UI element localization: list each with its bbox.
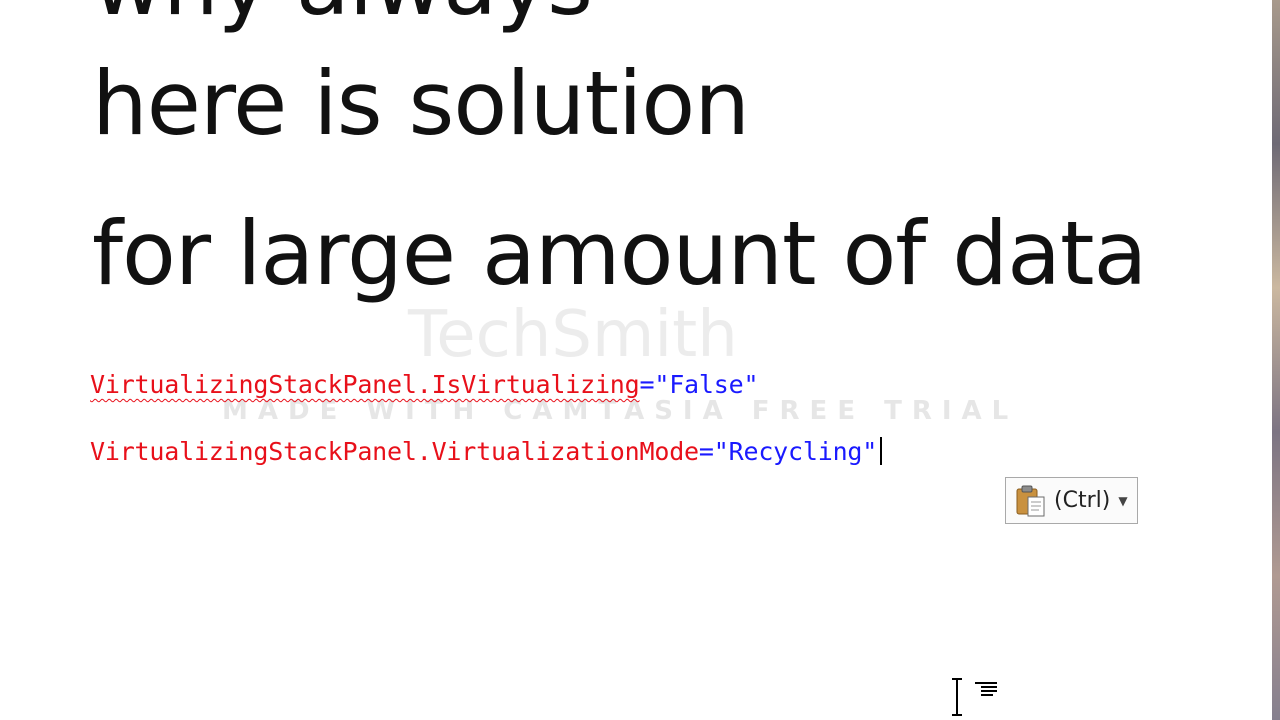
- heading-line-solution: here is solution: [92, 52, 750, 155]
- clipboard-paste-icon: [1014, 484, 1048, 518]
- camtasia-watermark-text: MADE WITH CAMTASIA FREE TRIAL: [222, 396, 1019, 426]
- partial-heading-line: why always: [92, 0, 593, 28]
- paste-options-button[interactable]: (Ctrl) ▼: [1005, 477, 1138, 524]
- code-line-is-virtualizing[interactable]: VirtualizingStackPanel.IsVirtualizing="F…: [90, 370, 759, 399]
- attribute-value: "False": [654, 370, 759, 399]
- attribute-value: "Recycling": [713, 437, 878, 466]
- paste-options-label: (Ctrl): [1054, 488, 1111, 513]
- code-line-virtualization-mode[interactable]: VirtualizingStackPanel.VirtualizationMod…: [90, 437, 883, 466]
- techsmith-watermark-logo: TechSmith: [408, 298, 738, 372]
- ibeam-cursor-icon: [952, 678, 962, 716]
- attribute-name: VirtualizingStackPanel.VirtualizationMod…: [90, 437, 699, 466]
- text-lines-icon: [975, 682, 997, 696]
- triangle-down-icon: ▼: [1118, 493, 1128, 508]
- equals-sign: =: [639, 370, 655, 399]
- heading-line-large-data: for large amount of data: [92, 202, 1147, 305]
- attribute-name: VirtualizingStackPanel.IsVirtualizing: [90, 370, 640, 399]
- equals-sign: =: [698, 437, 714, 466]
- document-page: why always here is solution for large am…: [0, 0, 1280, 720]
- text-caret: [880, 437, 883, 465]
- window-edge-strip: [1272, 0, 1280, 720]
